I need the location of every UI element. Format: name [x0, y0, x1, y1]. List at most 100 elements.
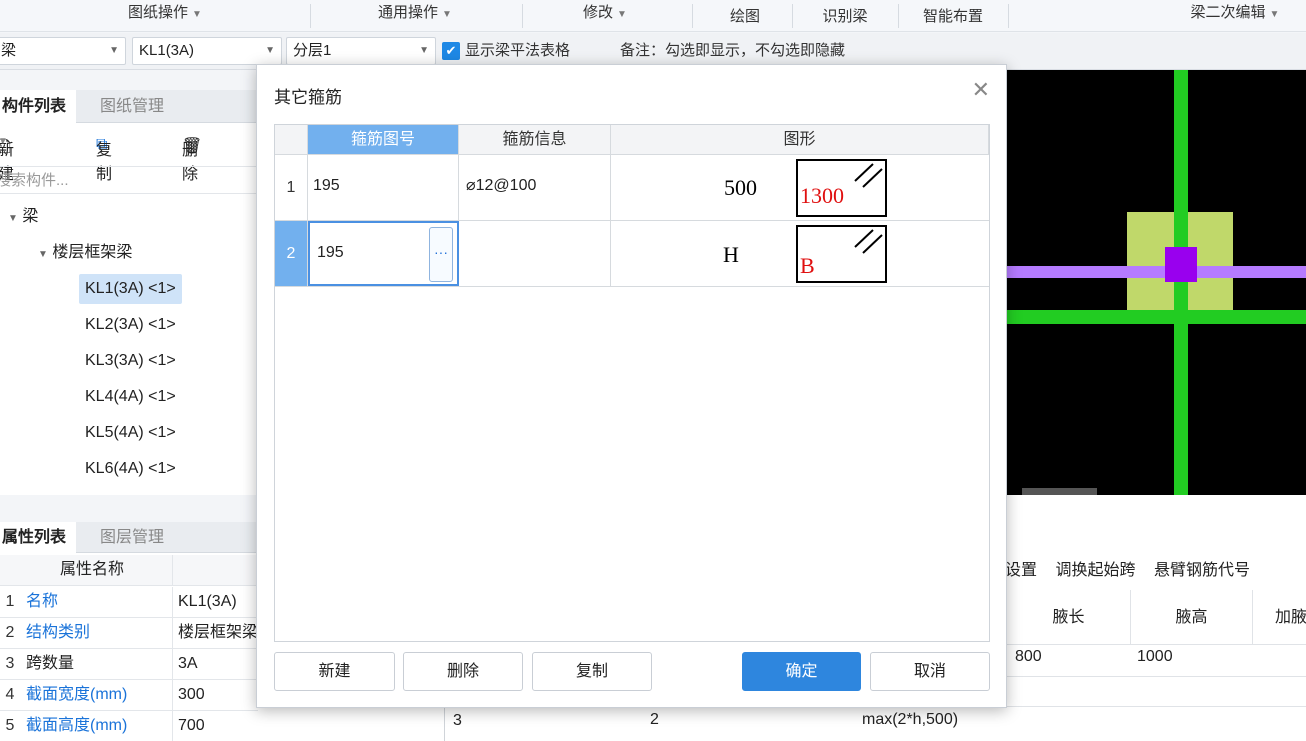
property-row[interactable]: 5 截面高度(mm) 700 [0, 711, 258, 741]
grid-corner [275, 125, 308, 155]
new-row-button[interactable]: 新建 [274, 652, 395, 691]
tree-item-kl5[interactable]: KL5(4A) <1> [85, 418, 176, 448]
tab-layer-management[interactable]: 图层管理 [90, 522, 174, 553]
tree-node-beam[interactable]: ▼ 梁 [8, 202, 38, 232]
stirrup-code-cell[interactable]: 195 [308, 155, 459, 220]
close-icon[interactable]: ✕ [972, 79, 990, 101]
ribbon-divider [522, 4, 523, 28]
beam-line-green [1007, 310, 1306, 324]
component-search-input[interactable]: 搜索构件... [0, 166, 258, 194]
cantilever-code-button[interactable]: 悬臂钢筋代号 [1154, 562, 1250, 579]
tree-item-kl1[interactable]: KL1(3A) <1> [79, 274, 182, 304]
ribbon-modify[interactable]: 修改 ▼ [560, 0, 650, 32]
tree-node-floor-frame-beam[interactable]: ▼ 楼层框架梁 [38, 238, 132, 268]
row-index: 1 [275, 155, 308, 220]
ribbon-divider [1008, 4, 1009, 28]
other-stirrups-dialog: 其它箍筋 ✕ 箍筋图号 箍筋信息 图形 1 195 ⌀12@100 500 13… [256, 64, 1007, 708]
chevron-down-icon: ▼ [1269, 9, 1280, 20]
ok-button[interactable]: 确定 [742, 652, 861, 691]
stirrup-code-editor[interactable]: 195 ··· [308, 221, 459, 286]
hook-icon [854, 163, 883, 188]
chevron-down-icon: ▼ [419, 45, 429, 56]
ellipsis-button[interactable]: ··· [429, 227, 453, 282]
ribbon-divider [792, 4, 793, 28]
row-index: 2 [275, 221, 308, 286]
tab-component-list[interactable]: 构件列表 [0, 90, 77, 123]
col-header-shape[interactable]: 图形 [611, 125, 989, 155]
divider [1007, 706, 1306, 707]
stirrup-shape-icon: B [796, 225, 887, 283]
tab-drawing-management[interactable]: 图纸管理 [90, 90, 174, 123]
node-marker [1165, 247, 1197, 282]
chevron-down-icon: ▼ [192, 9, 202, 20]
tree-item-kl2[interactable]: KL2(3A) <1> [85, 310, 176, 340]
ribbon-identify-beam[interactable]: 识别梁 [810, 4, 880, 36]
layer-select[interactable]: 分层1 ▼ [286, 37, 436, 65]
component-panel: 构件列表 图纸管理 🗋 新建 ▼ ⧉ 复制 🗑 删除 搜索构件... ▼ 梁 ▼… [0, 90, 258, 495]
col-header-add-haunch: 加腋 [1253, 590, 1306, 645]
ribbon-general-ops[interactable]: 通用操作 ▼ [355, 0, 475, 32]
shape-cell[interactable]: H B [611, 221, 989, 286]
chevron-down-icon: ▼ [617, 9, 627, 20]
component-type-select[interactable]: 梁 ▼ [0, 37, 126, 65]
show-table-checkbox[interactable]: ✔ [442, 42, 460, 60]
table-row[interactable]: 1 195 ⌀12@100 500 1300 [275, 155, 989, 221]
component-select[interactable]: KL1(3A) ▼ [132, 37, 282, 65]
tab-property-list[interactable]: 属性列表 [0, 522, 77, 553]
viewport-scrollbar[interactable] [1022, 488, 1097, 495]
dialog-title: 其它箍筋 [274, 88, 342, 107]
ribbon-divider [898, 4, 899, 28]
ribbon-beam-secondary-edit[interactable]: 梁二次编辑 ▼ [1175, 0, 1295, 32]
delete-row-button[interactable]: 删除 [403, 652, 523, 691]
property-panel: 属性列表 图层管理 属性名称 1 名称 KL1(3A) 2 结构类别 楼层框架梁 3 跨数… [0, 522, 258, 741]
cell-haunch-length[interactable]: 800 [1015, 648, 1042, 666]
property-row[interactable]: 3 跨数量 3A [0, 649, 258, 680]
chevron-down-icon: ▼ [8, 213, 18, 224]
shape-left-label: H [723, 242, 739, 267]
divider [1007, 676, 1306, 677]
property-tabbar: 属性列表 图层管理 [0, 522, 258, 553]
stirrup-grid: 箍筋图号 箍筋信息 图形 1 195 ⌀12@100 500 1300 2 19… [274, 124, 990, 642]
tree-item-kl6[interactable]: KL6(4A) <1> [85, 454, 176, 484]
table-row[interactable]: 2 195 ··· H B [275, 221, 989, 287]
formula-cell[interactable]: max(2*h,500) [862, 711, 958, 729]
row-index: 3 [453, 712, 462, 729]
shape-inner-label: B [800, 253, 815, 278]
stirrup-code-value: 195 [317, 244, 344, 261]
span-table-toolbar: 设置 调换起始跨 悬臂钢筋代号 [1005, 556, 1250, 580]
property-header: 属性名称 [0, 555, 258, 586]
settings-button[interactable]: 设置 [1005, 562, 1037, 579]
ribbon: 图纸操作 ▼ 通用操作 ▼ 修改 ▼ 绘图 识别梁 智能布置 梁二次编辑 ▼ [0, 0, 1306, 32]
property-row[interactable]: 4 截面宽度(mm) 300 [0, 680, 258, 711]
col-header-stirrup-code[interactable]: 箍筋图号 [308, 125, 459, 155]
chevron-down-icon: ▼ [109, 45, 119, 56]
ribbon-draw[interactable]: 绘图 [715, 4, 775, 36]
col-header-haunch-length: 腋长 [1007, 590, 1131, 645]
stirrup-info-cell[interactable] [459, 221, 611, 286]
cell-haunch-height[interactable]: 1000 [1137, 648, 1173, 666]
stirrup-shape-icon: 1300 [796, 159, 887, 217]
ribbon-drawing-ops[interactable]: 图纸操作 ▼ [105, 0, 225, 32]
beam-line-purple [1007, 266, 1306, 278]
property-row[interactable]: 2 结构类别 楼层框架梁 [0, 618, 258, 649]
copy-row-button[interactable]: 复制 [532, 652, 652, 691]
tree-item-kl3[interactable]: KL3(3A) <1> [85, 346, 176, 376]
shape-cell[interactable]: 500 1300 [611, 155, 989, 220]
swap-start-span-button[interactable]: 调换起始跨 [1055, 562, 1135, 579]
cancel-button[interactable]: 取消 [870, 652, 990, 691]
chevron-down-icon: ▼ [265, 45, 275, 56]
span-cell[interactable]: 2 [650, 711, 659, 729]
checkmark-icon: ✔ [445, 43, 457, 58]
shape-left-label: 500 [724, 175, 757, 200]
note-text: 备注：勾选即显示，不勾选即隐藏 [620, 42, 846, 59]
chevron-down-icon: ▼ [442, 9, 452, 20]
ribbon-smart-layout[interactable]: 智能布置 [910, 4, 996, 36]
col-header-stirrup-info[interactable]: 箍筋信息 [459, 125, 611, 155]
stirrup-info-cell[interactable]: ⌀12@100 [459, 155, 611, 220]
tree-item-kl4[interactable]: KL4(4A) <1> [85, 382, 176, 412]
shape-inner-label: 1300 [800, 183, 844, 208]
cad-viewport[interactable] [1007, 70, 1306, 495]
property-row[interactable]: 1 名称 KL1(3A) [0, 587, 258, 618]
ribbon-divider [310, 4, 311, 28]
axis-line-green [1174, 70, 1188, 495]
